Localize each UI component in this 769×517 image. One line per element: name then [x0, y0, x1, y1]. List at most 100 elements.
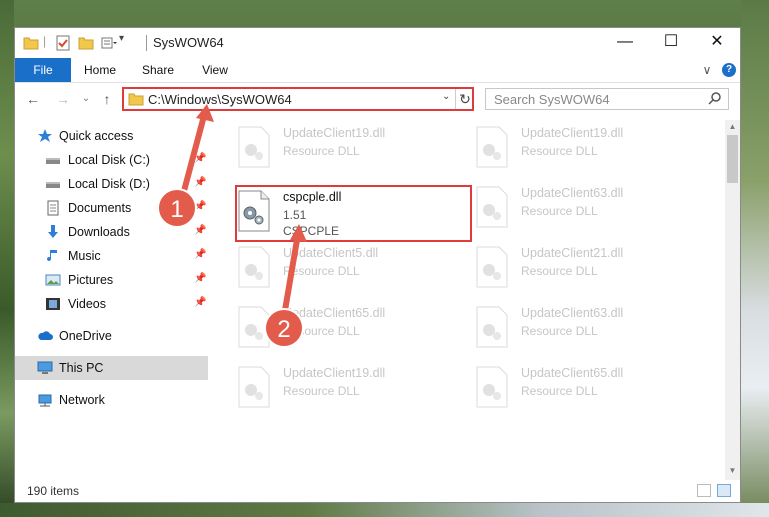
- navigation-bar: ← → ⌄ ↑ C:\Windows\SysWOW64 ⌄ ↻ Search S…: [15, 83, 740, 116]
- address-dropdown-icon[interactable]: ⌄: [442, 91, 450, 102]
- file-list: UpdateClient19.dll Resource DLL UpdateCl…: [223, 120, 723, 480]
- sidebar-item-label: Quick access: [59, 129, 134, 143]
- scrollbar-thumb[interactable]: [727, 135, 738, 183]
- file-name: UpdateClient19.dll: [283, 126, 386, 140]
- file-item[interactable]: UpdateClient5.dll Resource DLL: [237, 242, 447, 294]
- file-description: Resource DLL: [521, 324, 598, 338]
- sidebar-item-onedrive[interactable]: OneDrive: [15, 324, 208, 348]
- sidebar-item-network[interactable]: Network: [15, 388, 208, 412]
- pin-icon: 📌: [194, 153, 207, 164]
- address-bar[interactable]: C:\Windows\SysWOW64 ⌄ ↻: [122, 87, 474, 111]
- file-description: Resource DLL: [521, 144, 598, 158]
- vertical-scrollbar[interactable]: ▲ ▼: [725, 120, 740, 480]
- search-box[interactable]: Search SysWOW64: [485, 88, 729, 110]
- forward-button[interactable]: →: [55, 91, 71, 107]
- sidebar-item-videos[interactable]: Videos 📌: [15, 292, 208, 316]
- file-highlight-box: [235, 185, 472, 242]
- file-description: Resource DLL: [521, 264, 598, 278]
- desktop-background-left: [0, 0, 14, 517]
- properties-icon[interactable]: [55, 35, 71, 51]
- dll-file-icon: [476, 246, 508, 288]
- sidebar-item-label: Pictures: [68, 273, 114, 287]
- tab-home[interactable]: Home: [77, 58, 123, 82]
- scroll-down-icon[interactable]: ▼: [727, 466, 738, 478]
- file-name: UpdateClient65.dll: [521, 366, 624, 380]
- scroll-up-icon[interactable]: ▲: [727, 122, 738, 134]
- window-title: SysWOW64: [153, 35, 224, 50]
- file-item[interactable]: UpdateClient19.dll Resource DLL: [475, 122, 685, 174]
- back-button[interactable]: ←: [25, 91, 41, 107]
- customize-qa-icon[interactable]: [101, 35, 117, 51]
- dll-file-icon: [476, 306, 508, 348]
- navigation-pane: Quick access Local Disk (C:) 📌 Local Dis…: [15, 120, 208, 480]
- file-explorer-window: | ▾ SysWOW64 — ☐ ✕ File Home Share View …: [14, 27, 741, 503]
- drive-icon: [46, 182, 60, 188]
- minimize-button[interactable]: —: [602, 28, 648, 58]
- tab-view[interactable]: View: [192, 58, 238, 82]
- tab-share[interactable]: Share: [135, 58, 181, 82]
- details-view-icon[interactable]: [697, 484, 711, 497]
- dll-file-icon: [476, 126, 508, 168]
- title-bar: | ▾ SysWOW64 — ☐ ✕: [15, 28, 740, 58]
- file-name: UpdateClient63.dll: [521, 186, 624, 200]
- downloads-icon: [48, 225, 58, 238]
- file-item[interactable]: UpdateClient65.dll Resource DLL: [475, 362, 685, 414]
- sidebar-item-pictures[interactable]: Pictures 📌: [15, 268, 208, 292]
- sidebar-item-this-pc[interactable]: This PC: [15, 356, 208, 380]
- search-icon[interactable]: [708, 91, 722, 105]
- sidebar-item-label: Videos: [68, 297, 106, 311]
- dll-file-icon: [476, 186, 508, 228]
- drive-icon: [46, 158, 60, 164]
- file-item[interactable]: UpdateClient21.dll Resource DLL: [475, 242, 685, 294]
- file-name: UpdateClient5.dll: [283, 246, 379, 260]
- address-path[interactable]: C:\Windows\SysWOW64: [148, 92, 292, 107]
- file-description: Resource DLL: [283, 144, 360, 158]
- item-count: 190 items: [27, 484, 80, 498]
- pin-icon: 📌: [194, 273, 207, 284]
- sidebar-item-label: Music: [68, 249, 101, 263]
- sidebar-item-music[interactable]: Music 📌: [15, 244, 208, 268]
- folder-icon: [23, 37, 39, 50]
- tab-file[interactable]: File: [15, 58, 71, 82]
- file-name: UpdateClient21.dll: [521, 246, 624, 260]
- pin-icon: 📌: [194, 177, 207, 188]
- sidebar-item-label: Local Disk (C:): [68, 153, 150, 167]
- file-description: Resource DLL: [521, 204, 598, 218]
- refresh-button[interactable]: ↻: [455, 89, 474, 109]
- file-item[interactable]: UpdateClient19.dll Resource DLL: [237, 122, 447, 174]
- file-item[interactable]: UpdateClient63.dll Resource DLL: [475, 182, 685, 234]
- dll-file-icon: [238, 366, 270, 408]
- title-separator: [146, 35, 147, 51]
- sidebar-item-label: Documents: [68, 201, 132, 215]
- ribbon-expand-icon[interactable]: ∨: [699, 58, 715, 82]
- step-2-badge: 2: [264, 308, 304, 348]
- sidebar-item-label: Local Disk (D:): [68, 177, 150, 191]
- file-name: UpdateClient19.dll: [283, 366, 386, 380]
- file-name: UpdateClient63.dll: [521, 306, 624, 320]
- computer-icon: [37, 361, 53, 374]
- search-placeholder[interactable]: Search SysWOW64: [494, 92, 610, 107]
- sidebar-item-quick-access[interactable]: Quick access: [15, 124, 208, 148]
- network-icon: [38, 394, 52, 407]
- new-folder-icon[interactable]: [78, 35, 94, 51]
- qa-dropdown-icon[interactable]: ▾: [119, 33, 124, 44]
- file-item[interactable]: UpdateClient19.dll Resource DLL: [237, 362, 447, 414]
- help-icon[interactable]: ?: [722, 63, 736, 77]
- sidebar-item-local-disk-c[interactable]: Local Disk (C:) 📌: [15, 148, 208, 172]
- large-icons-view-icon[interactable]: [717, 484, 731, 497]
- recent-locations-button[interactable]: ⌄: [78, 91, 94, 107]
- music-icon: [47, 250, 57, 262]
- step-1-badge: 1: [157, 188, 197, 228]
- ribbon-tabs: File Home Share View ∨ ?: [15, 58, 740, 83]
- file-description: Resource DLL: [521, 384, 598, 398]
- dll-file-icon: [238, 126, 270, 168]
- dll-file-icon: [238, 246, 270, 288]
- sidebar-item-label: Downloads: [68, 225, 130, 239]
- documents-icon: [47, 200, 59, 216]
- close-button[interactable]: ✕: [694, 28, 740, 58]
- maximize-button[interactable]: ☐: [648, 28, 694, 58]
- pictures-icon: [45, 274, 61, 286]
- up-button[interactable]: ↑: [99, 91, 115, 107]
- file-item[interactable]: UpdateClient63.dll Resource DLL: [475, 302, 685, 354]
- desktop-background-right: [741, 0, 769, 517]
